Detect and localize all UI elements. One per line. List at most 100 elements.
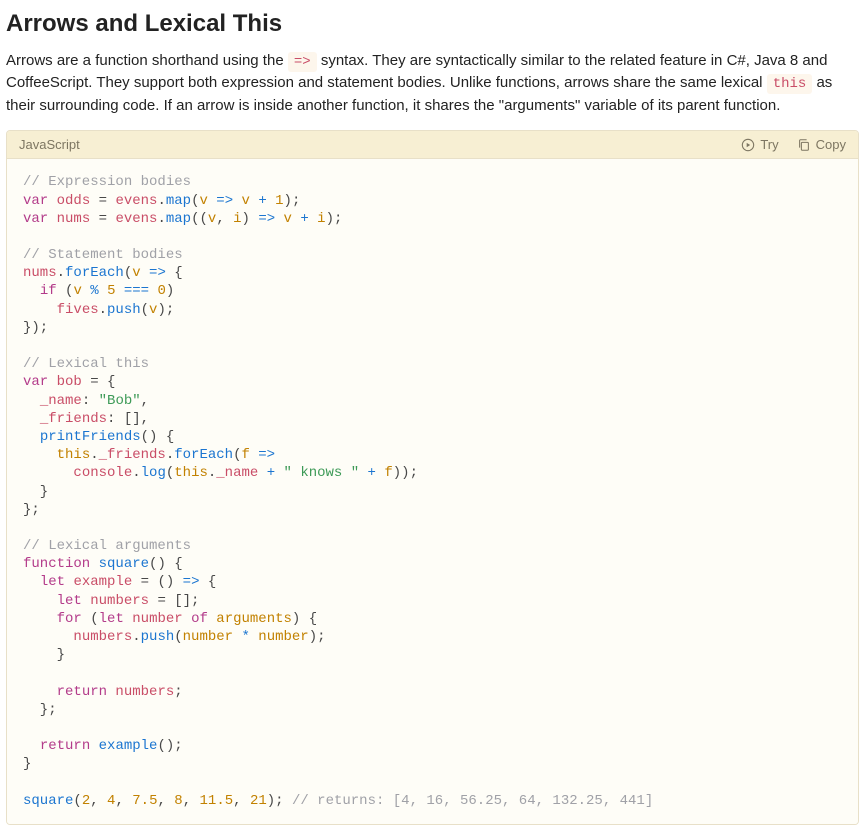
tok: log: [141, 465, 166, 481]
tok: ));: [393, 465, 418, 481]
tok: );: [326, 211, 343, 227]
tok: =>: [141, 265, 175, 281]
tok: = [];: [149, 593, 199, 609]
tok: "Bob": [99, 393, 141, 409]
copy-button[interactable]: Copy: [797, 137, 846, 152]
tok: *: [233, 629, 258, 645]
try-button[interactable]: Try: [741, 137, 778, 152]
tok: [23, 738, 40, 754]
tok: [23, 447, 57, 463]
tok: %: [82, 283, 107, 299]
tok: );: [157, 302, 174, 318]
tok: f: [384, 465, 392, 481]
tok: ,: [216, 211, 233, 227]
tok: this: [57, 447, 91, 463]
tok: evens: [115, 193, 157, 209]
tok: return: [57, 684, 107, 700]
tok: }: [23, 484, 48, 500]
tok: let: [40, 574, 65, 590]
desc-text: Arrows are a function shorthand using th…: [6, 52, 288, 69]
code-comment: // Expression bodies: [23, 174, 191, 190]
tok: }: [23, 647, 65, 663]
tok: nums: [23, 265, 57, 281]
tok: (: [141, 302, 149, 318]
tok: numbers: [107, 684, 174, 700]
tok: (: [191, 193, 199, 209]
tok: (: [174, 629, 182, 645]
tok: ): [166, 283, 174, 299]
tok: ();: [157, 738, 182, 754]
code-language-label: JavaScript: [19, 137, 80, 152]
tok: ,: [183, 793, 200, 809]
tok: [23, 429, 40, 445]
tok: :: [82, 393, 99, 409]
tok: ,: [157, 793, 174, 809]
tok: +: [359, 465, 384, 481]
tok: };: [23, 502, 40, 518]
tok: .: [132, 629, 140, 645]
tok: let: [57, 593, 82, 609]
tok: console: [73, 465, 132, 481]
tok: fives: [57, 302, 99, 318]
tok: 11.5: [200, 793, 234, 809]
tok: (: [73, 793, 81, 809]
tok: v: [200, 193, 208, 209]
tok: +: [250, 193, 275, 209]
tok: ) {: [292, 611, 317, 627]
tok: _name: [40, 393, 82, 409]
tok: };: [23, 702, 57, 718]
tok: let: [99, 611, 124, 627]
tok: ,: [233, 793, 250, 809]
tok: [23, 411, 40, 427]
section-description: Arrows are a function shorthand using th…: [6, 50, 859, 116]
tok: [23, 283, 40, 299]
tok: for: [57, 611, 82, 627]
tok: =>: [183, 574, 200, 590]
code-content: // Expression bodies var odds = evens.ma…: [7, 159, 858, 824]
tok: _friends: [99, 447, 166, 463]
tok: map: [166, 211, 191, 227]
tok: _name: [216, 465, 258, 481]
tok: );: [284, 193, 301, 209]
tok: v: [73, 283, 81, 299]
tok: () {: [141, 429, 175, 445]
tok: ,: [141, 393, 149, 409]
tok: [23, 302, 57, 318]
tok: [23, 574, 40, 590]
tok: v: [284, 211, 292, 227]
tok: (: [166, 465, 174, 481]
tok: arguments: [216, 611, 292, 627]
tok: v: [132, 265, 140, 281]
tok: =>: [208, 193, 242, 209]
tok: number: [183, 629, 233, 645]
tok: : [],: [107, 411, 149, 427]
tok: 1: [275, 193, 283, 209]
tok: [23, 611, 57, 627]
inline-code-this: this: [767, 74, 813, 94]
tok: this: [174, 465, 208, 481]
tok: forEach: [174, 447, 233, 463]
code-header: JavaScript Try Copy: [7, 131, 858, 159]
tok: evens: [115, 211, 157, 227]
tok: =>: [250, 447, 275, 463]
tok: .: [57, 265, 65, 281]
tok: var: [23, 374, 48, 390]
tok: (: [57, 283, 74, 299]
tok: {: [174, 265, 182, 281]
tok: );: [267, 793, 292, 809]
tok: 8: [174, 793, 182, 809]
tok: ;: [174, 684, 182, 700]
tok: number: [258, 629, 308, 645]
tok: =>: [250, 211, 284, 227]
tok: " knows ": [284, 465, 360, 481]
tok: example: [99, 738, 158, 754]
tok: =: [90, 211, 115, 227]
tok: .: [157, 193, 165, 209]
tok: () {: [149, 556, 183, 572]
tok: [23, 465, 73, 481]
tok: (: [82, 611, 99, 627]
inline-code-arrow: =>: [288, 52, 317, 72]
tok: = (): [132, 574, 182, 590]
tok: number: [132, 611, 182, 627]
tok: 2: [82, 793, 90, 809]
